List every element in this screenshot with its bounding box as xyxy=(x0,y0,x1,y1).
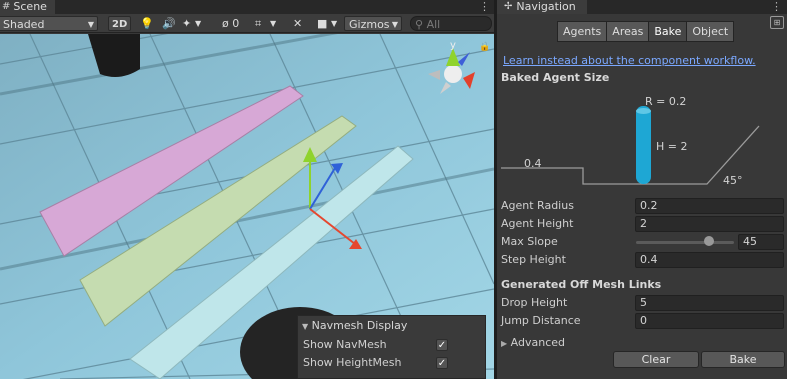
show-navmesh-checkbox[interactable]: ✓ xyxy=(436,339,448,351)
max-slope-field[interactable]: 45 xyxy=(738,234,784,250)
navigation-tabs: Agents Areas Bake Object xyxy=(557,21,735,42)
clear-button[interactable]: Clear xyxy=(613,351,699,368)
inspector-icon[interactable]: ⊞ xyxy=(770,16,784,29)
offmesh-links-header: Generated Off Mesh Links xyxy=(501,278,662,291)
drop-height-label: Drop Height xyxy=(501,296,568,309)
chevron-down-icon: ▼ xyxy=(391,20,398,29)
overlay-title: Navmesh Display xyxy=(311,319,408,332)
scene-viewport[interactable]: y 🔒 ▼ Navmesh Display Show NavMesh ✓ Sho… xyxy=(0,0,494,379)
baked-agent-size-header: Baked Agent Size xyxy=(501,71,610,84)
drop-height-field[interactable]: 5 xyxy=(635,295,784,311)
navigation-icon: ✢ xyxy=(504,1,513,12)
workflow-link[interactable]: Learn instead about the component workfl… xyxy=(503,54,756,67)
more-options-icon[interactable]: ⋮ xyxy=(479,0,490,13)
jump-distance-label: Jump Distance xyxy=(501,314,581,327)
step-height-field[interactable]: 0.4 xyxy=(635,252,784,268)
scene-search-input[interactable]: ⚲ All xyxy=(410,16,492,31)
chevron-down-icon: ▼ xyxy=(87,20,94,29)
agent-height-field[interactable]: 2 xyxy=(635,216,784,232)
bake-button[interactable]: Bake xyxy=(701,351,785,368)
expand-triangle-icon: ▶ xyxy=(501,339,508,348)
tab-areas[interactable]: Areas xyxy=(606,21,650,42)
lock-icon[interactable]: 🔒 xyxy=(479,41,490,52)
more-options-icon[interactable]: ⋮ xyxy=(771,0,782,13)
max-slope-slider-thumb[interactable] xyxy=(704,236,714,246)
advanced-label: Advanced xyxy=(510,336,565,349)
hidden-count: 0 xyxy=(232,17,240,30)
audio-icon[interactable]: 🔊 xyxy=(162,16,176,31)
agent-size-diagram: R = 0.2 H = 2 0.4 45° xyxy=(501,95,760,187)
show-navmesh-label: Show NavMesh xyxy=(303,338,387,351)
2d-mode-button[interactable]: 2D xyxy=(108,16,132,31)
overlay-header[interactable]: ▼ Navmesh Display xyxy=(298,316,485,336)
step-height-label: Step Height xyxy=(501,253,566,266)
radius-label: R = 0.2 xyxy=(645,95,686,108)
navigation-tab-bar: ✢ Navigation ⋮ xyxy=(497,0,787,14)
grid-icon: # xyxy=(2,1,11,12)
shading-mode-value: Shaded xyxy=(3,18,45,31)
agent-cylinder xyxy=(636,106,651,184)
hidden-objects-toggle[interactable]: ø 0 xyxy=(222,16,239,31)
gizmo-y-label: y xyxy=(450,40,456,51)
gizmos-label: Gizmos xyxy=(349,18,390,31)
max-slope-label: Max Slope xyxy=(501,235,558,248)
scene-tab[interactable]: # Scene xyxy=(0,0,55,14)
camera-chevron-icon[interactable]: ▼ xyxy=(331,16,337,31)
search-icon: ⚲ xyxy=(415,18,424,31)
navigation-panel: ✢ Navigation ⋮ ⊞ Agents Areas Bake Objec… xyxy=(497,0,787,379)
effects-icon[interactable]: ✦ xyxy=(182,16,191,31)
lighting-icon[interactable]: 💡 xyxy=(140,16,154,31)
slope-label: 45° xyxy=(723,174,743,187)
grid-snap-icon[interactable]: ⌗ xyxy=(255,16,261,31)
step-label: 0.4 xyxy=(524,157,542,170)
show-navmesh-row: Show NavMesh ✓ xyxy=(298,336,485,354)
effects-chevron-icon[interactable]: ▼ xyxy=(195,16,201,31)
show-heightmesh-label: Show HeightMesh xyxy=(303,356,402,369)
tab-bake[interactable]: Bake xyxy=(648,21,688,42)
navigation-tab-label: Navigation xyxy=(516,0,576,13)
scene-tab-bar: # Scene ⋮ xyxy=(0,0,494,14)
shading-mode-dropdown[interactable]: Shaded ▼ xyxy=(0,16,98,31)
agent-radius-label: Agent Radius xyxy=(501,199,574,212)
scene-tab-label: Scene xyxy=(13,0,47,13)
navmesh-display-overlay: ▼ Navmesh Display Show NavMesh ✓ Show He… xyxy=(297,315,486,379)
height-label: H = 2 xyxy=(656,140,687,153)
agent-radius-field[interactable]: 0.2 xyxy=(635,198,784,214)
advanced-foldout[interactable]: ▶ Advanced xyxy=(501,336,565,349)
agent-height-label: Agent Height xyxy=(501,217,574,230)
navigation-tab[interactable]: ✢ Navigation xyxy=(497,0,587,14)
max-slope-slider-track[interactable] xyxy=(636,241,734,244)
show-heightmesh-checkbox[interactable]: ✓ xyxy=(436,357,448,369)
tab-object[interactable]: Object xyxy=(686,21,735,42)
ground-profile xyxy=(501,125,760,185)
grid-chevron-icon[interactable]: ▼ xyxy=(270,16,276,31)
search-placeholder: All xyxy=(426,18,441,31)
tools-icon[interactable]: ✕ xyxy=(293,16,302,31)
tab-agents[interactable]: Agents xyxy=(557,21,608,42)
scene-view: # Scene ⋮ Shaded ▼ 2D 💡 🔊 ✦ ▼ ø 0 ⌗ ▼ ✕ … xyxy=(0,0,494,379)
show-heightmesh-row: Show HeightMesh ✓ xyxy=(298,354,485,372)
gizmos-dropdown[interactable]: Gizmos ▼ xyxy=(344,16,402,31)
collapse-triangle-icon: ▼ xyxy=(302,322,309,331)
agent-cylinder-top xyxy=(636,108,651,114)
camera-icon[interactable]: ■ xyxy=(317,16,327,31)
visibility-off-icon: ø xyxy=(222,17,229,30)
jump-distance-field[interactable]: 0 xyxy=(635,313,784,329)
scene-toolbar: Shaded ▼ 2D 💡 🔊 ✦ ▼ ø 0 ⌗ ▼ ✕ ■ ▼ Gizmos… xyxy=(0,14,494,33)
